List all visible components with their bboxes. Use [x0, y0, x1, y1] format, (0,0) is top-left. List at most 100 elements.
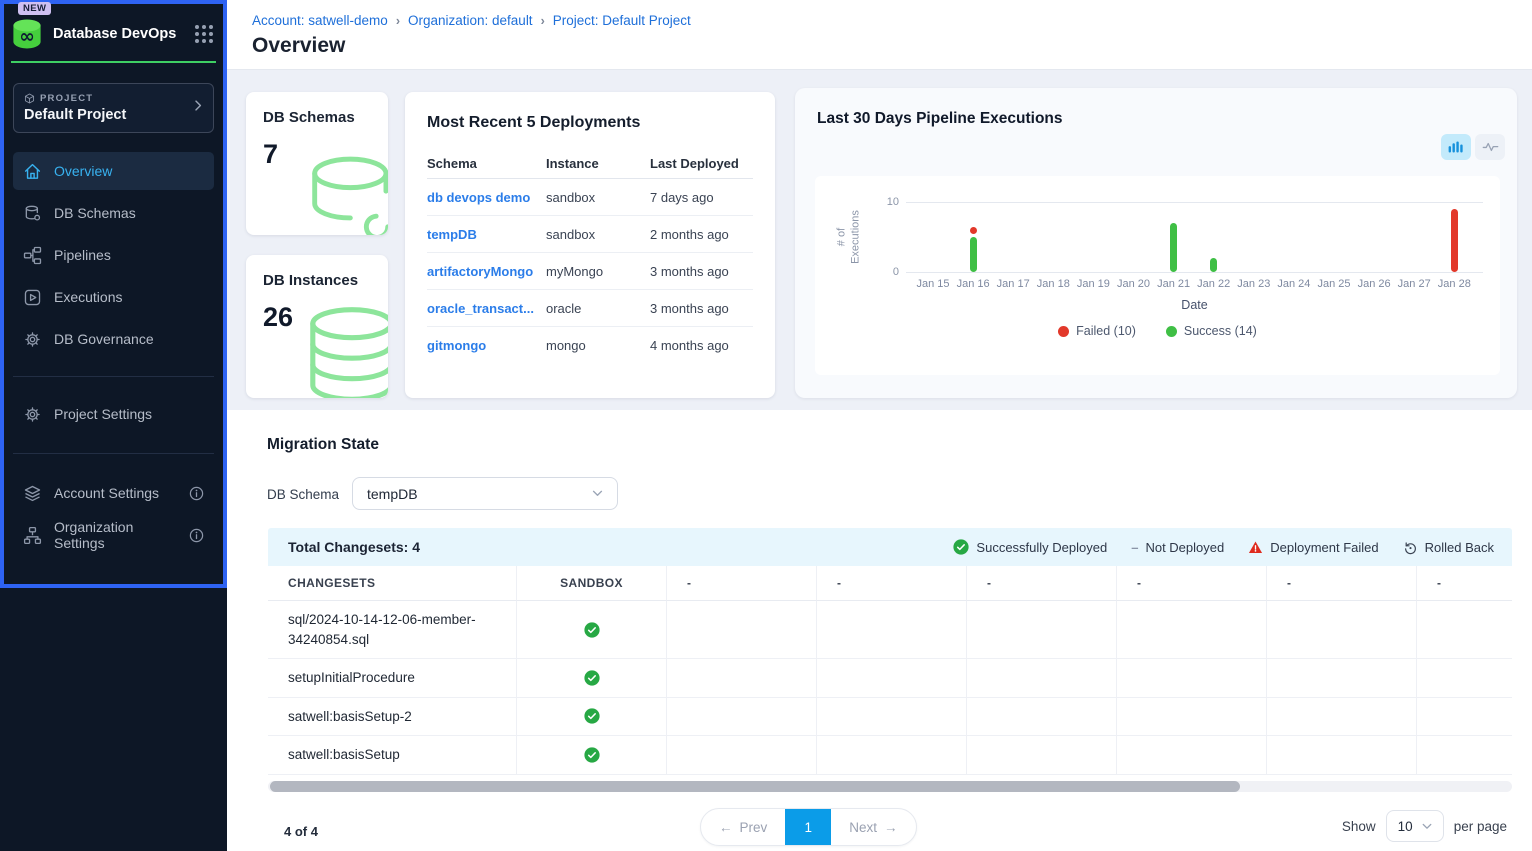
gridline	[906, 272, 1483, 273]
pipeline-executions-card: Last 30 Days Pipeline Executions 010# of…	[795, 88, 1517, 398]
empty-cell	[1267, 601, 1417, 659]
app-grid-icon[interactable]	[195, 25, 213, 43]
check-circle-icon	[584, 708, 600, 724]
changeset-status-cell	[517, 659, 667, 698]
info-icon[interactable]	[189, 486, 204, 501]
empty-cell	[1117, 698, 1267, 737]
check-circle-icon	[584, 747, 600, 763]
info-icon[interactable]	[189, 528, 204, 543]
x-tick-label: Jan 15	[916, 278, 949, 290]
breadcrumb: Account: satwell-demo › Organization: defa…	[252, 13, 1532, 28]
sidebar-item-account-settings[interactable]: Account Settings	[13, 474, 214, 512]
org-icon	[23, 526, 42, 545]
sidebar-divider	[13, 376, 214, 377]
sidebar-nav-tertiary: Account Settings Organization Settings	[0, 474, 227, 554]
db-schema-label: DB Schema	[267, 487, 339, 502]
empty-cell	[967, 736, 1117, 775]
db-schema-select[interactable]: tempDB	[352, 477, 618, 510]
deployment-schema-link[interactable]: oracle_transact...	[427, 301, 546, 316]
breadcrumb-separator: ›	[396, 14, 400, 28]
x-axis-label: Date	[906, 298, 1483, 312]
show-label: Show	[1342, 819, 1376, 834]
sidebar-item-overview[interactable]: Overview	[13, 152, 214, 190]
changeset-status-cell	[517, 601, 667, 659]
changeset-row: satwell:basisSetup	[268, 736, 1512, 775]
x-tick-label: Jan 25	[1317, 278, 1350, 290]
sidebar-item-project-settings[interactable]: Project Settings	[13, 395, 214, 433]
changeset-row: sql/2024-10-14-12-06-member-34240854.sql	[268, 601, 1512, 659]
deployment-row: gitmongomongo4 months ago	[427, 327, 753, 364]
breadcrumb-link[interactable]: Project: Default Project	[553, 13, 691, 28]
sidebar-item-organization-settings[interactable]: Organization Settings	[13, 516, 214, 554]
empty-cell	[667, 659, 817, 698]
next-page-button[interactable]: Next→	[831, 809, 915, 845]
sidebar-item-db-governance[interactable]: DB Governance	[13, 320, 214, 358]
empty-cell	[1267, 698, 1417, 737]
changeset-name: satwell:basisSetup-2	[268, 698, 517, 737]
deployment-schema-link[interactable]: db devops demo	[427, 190, 546, 205]
chevron-right-icon	[194, 99, 202, 117]
deployment-schema-link[interactable]: gitmongo	[427, 338, 546, 353]
changeset-name: setupInitialProcedure	[268, 659, 517, 698]
deployment-instance: mongo	[546, 338, 650, 353]
page-size-select[interactable]: 10	[1386, 810, 1444, 842]
changeset-row: setupInitialProcedure	[268, 659, 1512, 698]
status-legend-item: Deployment Failed	[1248, 540, 1378, 555]
pipeline-icon	[23, 246, 42, 265]
total-changesets-bar: Total Changesets: 4 Successfully Deploye…	[268, 528, 1512, 566]
chevron-down-icon	[592, 490, 603, 497]
migration-title: Migration State	[267, 436, 379, 454]
y-tick-label: 10	[877, 196, 899, 208]
cube-icon	[24, 93, 35, 104]
page-size-value: 10	[1398, 819, 1413, 834]
deployments-table-header: SchemaInstanceLast Deployed	[427, 148, 753, 179]
deployment-last-deployed: 3 months ago	[650, 264, 753, 279]
breadcrumb-link[interactable]: Organization: default	[408, 13, 533, 28]
empty-cell	[1417, 659, 1512, 698]
warning-triangle-icon	[1248, 540, 1263, 555]
sidebar-item-label: Executions	[54, 289, 122, 305]
deployment-last-deployed: 7 days ago	[650, 190, 753, 205]
empty-cell	[1417, 736, 1512, 775]
migration-state-section: Migration State DB Schema tempDB Total C…	[227, 410, 1532, 851]
per-page-label: per page	[1454, 819, 1507, 834]
changesets-column-header: -	[817, 566, 967, 601]
empty-cell	[967, 601, 1117, 659]
empty-cell	[817, 659, 967, 698]
changesets-column-header: -	[967, 566, 1117, 601]
deployment-schema-link[interactable]: artifactoryMongo	[427, 264, 546, 279]
deployment-last-deployed: 3 months ago	[650, 301, 753, 316]
breadcrumb-link[interactable]: Account: satwell-demo	[252, 13, 388, 28]
x-tick-label: Jan 28	[1438, 278, 1471, 290]
stat-label: DB Schemas	[263, 109, 371, 126]
deployment-row: tempDBsandbox2 months ago	[427, 216, 753, 253]
changeset-name: satwell:basisSetup	[268, 736, 517, 775]
scrollbar-thumb[interactable]	[270, 781, 1240, 792]
x-tick-label: Jan 17	[997, 278, 1030, 290]
arrow-left-icon: ←	[719, 820, 733, 835]
status-legend-item: Successfully Deployed	[953, 539, 1107, 555]
project-name: Default Project	[24, 107, 203, 123]
bar-chart-toggle-button[interactable]	[1441, 134, 1471, 160]
prev-page-button[interactable]: ←Prev	[701, 809, 785, 845]
chart-type-toggle	[1441, 134, 1505, 160]
changesets-table-body: sql/2024-10-14-12-06-member-34240854.sql…	[268, 601, 1512, 775]
database-stack-icon	[300, 305, 388, 398]
line-chart-toggle-button[interactable]	[1475, 134, 1505, 160]
page-title: Overview	[252, 34, 1532, 58]
project-selector[interactable]: PROJECT Default Project	[13, 83, 214, 133]
stat-label: DB Instances	[263, 272, 371, 289]
deployment-instance: myMongo	[546, 264, 650, 279]
status-legend-label: Rolled Back	[1425, 540, 1494, 555]
sidebar-item-db-schemas[interactable]: DB Schemas	[13, 194, 214, 232]
changesets-column-header: -	[1417, 566, 1512, 601]
deployment-schema-link[interactable]: tempDB	[427, 227, 546, 242]
success-bar	[1170, 223, 1177, 272]
chart-plot: 010# ofExecutionsJan 15Jan 16Jan 17Jan 1…	[815, 176, 1500, 375]
page-1-button[interactable]: 1	[785, 809, 831, 845]
deployments-title: Most Recent 5 Deployments	[427, 114, 753, 132]
changeset-name: sql/2024-10-14-12-06-member-34240854.sql	[268, 601, 517, 659]
sidebar-item-pipelines[interactable]: Pipelines	[13, 236, 214, 274]
deployments-column-header: Instance	[546, 156, 650, 171]
sidebar-item-executions[interactable]: Executions	[13, 278, 214, 316]
